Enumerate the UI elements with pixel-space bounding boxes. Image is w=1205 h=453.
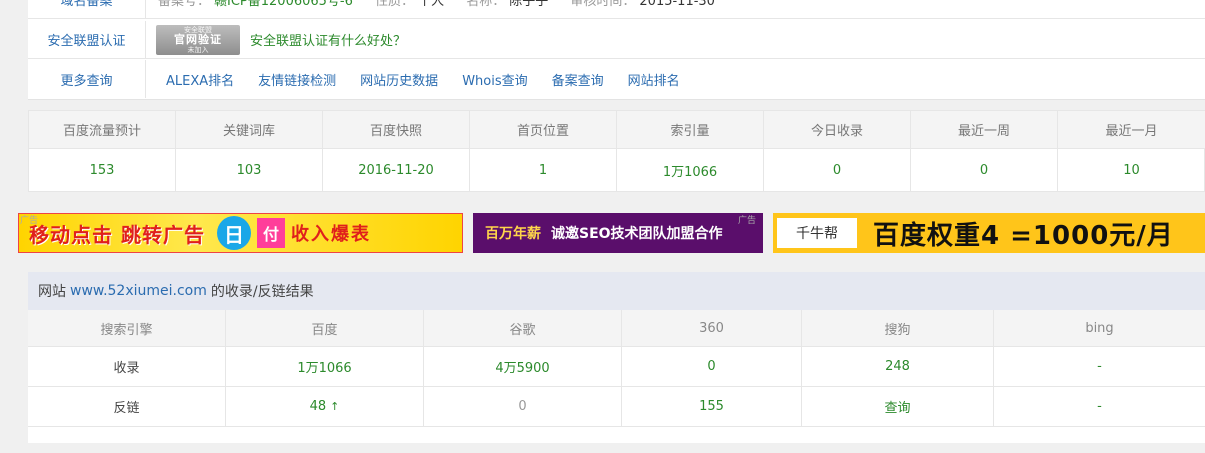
nature-value: 个人 [418,0,445,9]
stats-header-cell: 最近一月 [1105,124,1158,139]
friend-link-check-link[interactable]: 友情链接检测 [258,70,336,89]
results-header-cell: 搜索引擎 [28,310,226,346]
site-domain-link[interactable]: www.52xiumei.com [70,283,207,299]
keyword-count-value[interactable]: 103 [176,149,323,191]
stats-header-cell: 百度快照 [323,111,470,148]
icp-record-label: 域名备案 [28,0,146,18]
ad-banner-baidu-weight[interactable]: 千牛帮 百度权重4 =1000元/月 [773,213,1205,253]
results-header-cell: 搜狗 [802,310,994,346]
security-alliance-label: 安全联盟认证 [28,21,146,58]
whois-query-link[interactable]: Whois查询 [462,70,527,89]
arrow-up-icon: ↑ [330,400,340,413]
table-row: 收录 1万1066 4万5900 0 248 - [28,347,1205,387]
today-indexed-value[interactable]: 0 [764,149,911,191]
owner-name-value: 陈子子 [509,0,549,9]
ad-tag: 广告 [738,216,757,226]
ad-banner-mobile-click[interactable]: 移动点击 跳转广告 日 付 收入爆表 [18,213,463,253]
last-month-value[interactable]: 10 [1058,149,1205,191]
stats-header-cell: 首页位置 [470,111,617,148]
icp-number-value[interactable]: 赣ICP备12006065号-6 [214,0,353,9]
baidu-stats-table: 百度流量预计 关键词库 百度快照 首页位置 索引量 今日收录 最近一周 最近一月… [28,110,1205,192]
more-queries-label: 更多查询 [28,60,146,98]
baidu-snapshot-value[interactable]: 2016-11-20 [323,149,470,191]
site-history-link[interactable]: 网站历史数据 [360,70,438,89]
site-info-panel: 域名备案 备案号： 赣ICP备12006065号-6 性质： 个人 名称： 陈子子 审… [28,0,1205,100]
360-backlinks-value[interactable]: 155 [622,387,802,426]
security-alliance-benefits-link[interactable]: 安全联盟认证有什么好处？ [250,30,406,49]
360-indexed-value[interactable]: 0 [622,347,802,386]
icp-record-row: 域名备案 备案号： 赣ICP备12006065号-6 性质： 个人 名称： 陈子子 审… [28,0,1205,19]
google-indexed-value[interactable]: 4万5900 [424,347,622,386]
stats-header-cell: 索引量 [617,111,764,148]
icp-number-label: 备案号： [158,0,211,9]
stats-value-row: 153 103 2016-11-20 1 1万1066 0 0 10 [29,149,1205,191]
ad1-text-main: 移动点击 跳转广告 [29,222,205,247]
stats-header-cell: 百度流量预计 [29,111,176,148]
ad1-text-income: 收入爆表 [290,224,371,245]
ad-banner-seo-recruit[interactable]: 百万年薪 诚邀SEO技术团队加盟合作 [473,213,763,253]
ad2-text-salary: 百万年薪 [485,226,541,242]
stats-header-row: 百度流量预计 关键词库 百度快照 首页位置 索引量 今日收录 最近一周 最近一月 [29,111,1205,149]
icp-query-link[interactable]: 备案查询 [552,70,604,89]
last-week-value[interactable]: 0 [911,149,1058,191]
baidu-backlinks-value[interactable]: 48 [310,399,327,414]
baidu-backlinks-cell[interactable]: 48 ↑ [226,387,424,426]
stats-header-cell: 最近一周 [911,111,1058,148]
sogou-backlinks-query-link[interactable]: 查询 [802,387,994,426]
bing-backlinks-value: - [1097,399,1102,414]
index-backlink-results-panel: 网站 www.52xiumei.com 的收录/反链结果 搜索引擎 百度 谷歌 … [28,272,1205,443]
alexa-rank-link[interactable]: ALEXA排名 [166,70,234,89]
results-header-cell: 百度 [226,310,424,346]
table-row: 反链 48 ↑ 0 155 查询 - [28,387,1205,427]
official-verification-badge-icon[interactable]: 安全联盟 官网验证 未加入 [156,24,240,55]
bing-indexed-value: - [1097,359,1102,374]
sogou-indexed-value[interactable]: 248 [802,347,994,386]
ad2-text-invite: 诚邀SEO技术团队加盟合作 [551,226,723,242]
results-header-cell: 360 [622,310,802,346]
baidu-indexed-value[interactable]: 1万1066 [226,347,424,386]
results-title-prefix: 网站 [38,284,66,300]
stats-header-cell: 关键词库 [176,111,323,148]
index-count-value[interactable]: 1万1066 [617,149,764,191]
ad1-circle-badge: 日 [216,216,251,250]
ad3-brand-logo: 千牛帮 [777,218,857,248]
baidu-traffic-value[interactable]: 153 [29,149,176,191]
homepage-position-value: 1 [470,149,617,191]
more-queries-row: 更多查询 ALEXA排名 友情链接检测 网站历史数据 Whois查询 备案查询 … [28,60,1205,98]
ad-tag: 广告 [20,216,39,226]
audit-time-label: 审核时间： [570,0,636,9]
nature-label: 性质： [375,0,415,9]
audit-time-value: 2015-11-30 [639,0,715,9]
stats-header-cell: 今日收录 [764,111,911,148]
results-header-cell: 谷歌 [424,310,622,346]
row-label-backlinks: 反链 [28,387,226,426]
owner-name-label: 名称： [466,0,506,9]
google-backlinks-value: 0 [424,387,622,426]
ad1-pay-badge: 付 [256,218,285,248]
ad3-text-main: 百度权重4 =1000元/月 [873,220,1174,251]
more-queries-links: ALEXA排名 友情链接检测 网站历史数据 Whois查询 备案查询 网站排名 [166,70,704,89]
results-title-suffix: 的收录/反链结果 [210,284,314,300]
site-rank-link[interactable]: 网站排名 [628,70,680,89]
security-alliance-row: 安全联盟认证 安全联盟 官网验证 未加入 安全联盟认证有什么好处？ [28,21,1205,59]
results-title: 网站 www.52xiumei.com 的收录/反链结果 [28,272,1205,310]
results-header-row: 搜索引擎 百度 谷歌 360 搜狗 bing [28,310,1205,347]
row-label-indexed: 收录 [28,347,226,386]
results-header-cell: bing [1085,320,1114,336]
icp-record-details: 备案号： 赣ICP备12006065号-6 性质： 个人 名称： 陈子子 审核时间： 2… [158,0,733,9]
